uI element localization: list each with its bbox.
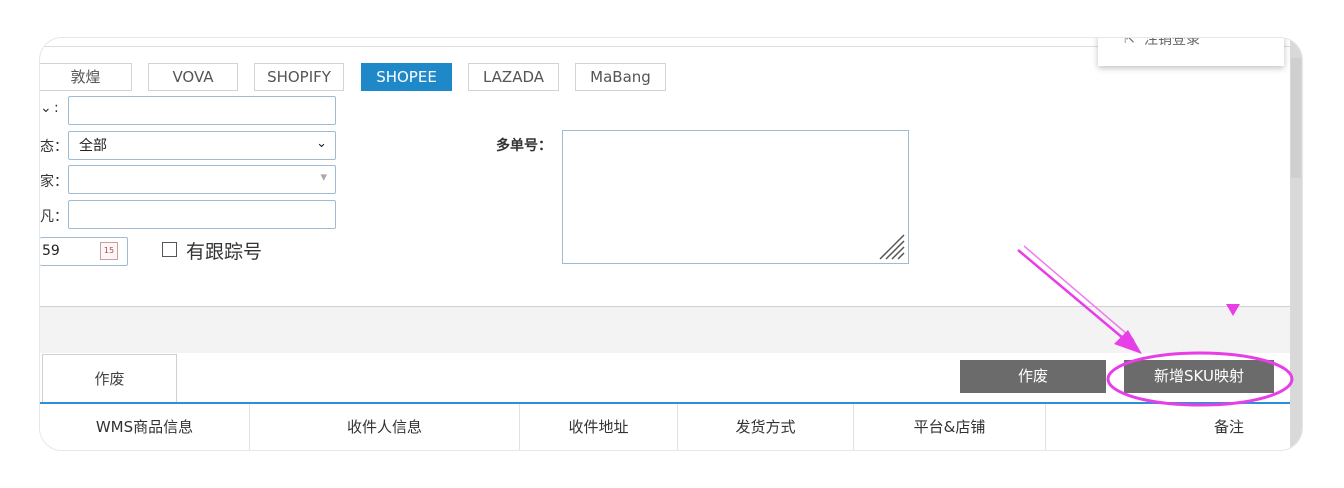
tracking-checkbox[interactable] [162,242,177,257]
platform-tab-shopify[interactable]: SHOPIFY [254,63,344,91]
status-select-value: 全部 [79,138,107,154]
platform-tab-dunhuang[interactable]: 敦煌 [40,63,132,91]
app-frame: 敦煌 VOVA SHOPIFY SHOPEE LAZADA MaBang ⇱ 注… [40,38,1302,450]
header-recipient: 收件人信息 [250,404,520,450]
platform-tab-shopee[interactable]: SHOPEE [361,63,452,91]
table-header: WMS商品信息 收件人信息 收件地址 发货方式 平台&店铺 备注 [40,404,1290,450]
tab-void[interactable]: 作废 [42,354,177,403]
calendar-icon[interactable]: 15 [100,242,118,260]
filter-footer [40,307,1290,353]
chevron-down-icon: ⌄ [316,136,327,151]
country-select[interactable]: ▾ [68,165,336,194]
platform-tab-vova[interactable]: VOVA [148,63,238,91]
chevron-down-icon: ▾ [320,170,327,185]
header-wms-product: WMS商品信息 [40,404,250,450]
multi-order-textarea[interactable] [562,130,909,264]
row1-input[interactable] [68,96,336,125]
header-address: 收件地址 [520,404,678,450]
row1-select-caret-icon[interactable]: ⌄ [40,100,52,116]
logout-icon[interactable]: ⇱ [1124,38,1135,50]
header-remarks: 备注 [1213,418,1244,436]
header-shipping-method: 发货方式 [678,404,854,450]
multi-order-label: 多单号： [496,138,552,154]
country-label: 家： [40,174,68,190]
logout-menu-item[interactable]: 注销登录 [1144,38,1200,50]
scrollbar-thumb[interactable] [1291,58,1301,178]
platform-tab-lazada[interactable]: LAZADA [468,63,559,91]
phone-label: 凡： [40,209,68,225]
account-dropdown: ⇱ 注销登录 [1098,38,1284,66]
tracking-checkbox-label[interactable]: 有跟踪号 [186,237,262,264]
resize-handle-icon[interactable] [874,229,906,261]
phone-input[interactable] [68,200,336,229]
date-end-input[interactable]: 59 15 [40,237,128,266]
status-label: 态： [40,139,68,155]
status-select[interactable]: 全部 ⌄ [68,131,336,160]
header-platform-store: 平台&店铺 [854,404,1046,450]
add-sku-mapping-button[interactable]: 新增SKU映射 [1124,360,1274,393]
void-button[interactable]: 作废 [960,360,1106,393]
row1-label: : [54,100,59,116]
platform-tab-mabang[interactable]: MaBang [575,63,666,91]
date-end-value: 59 [42,243,60,259]
